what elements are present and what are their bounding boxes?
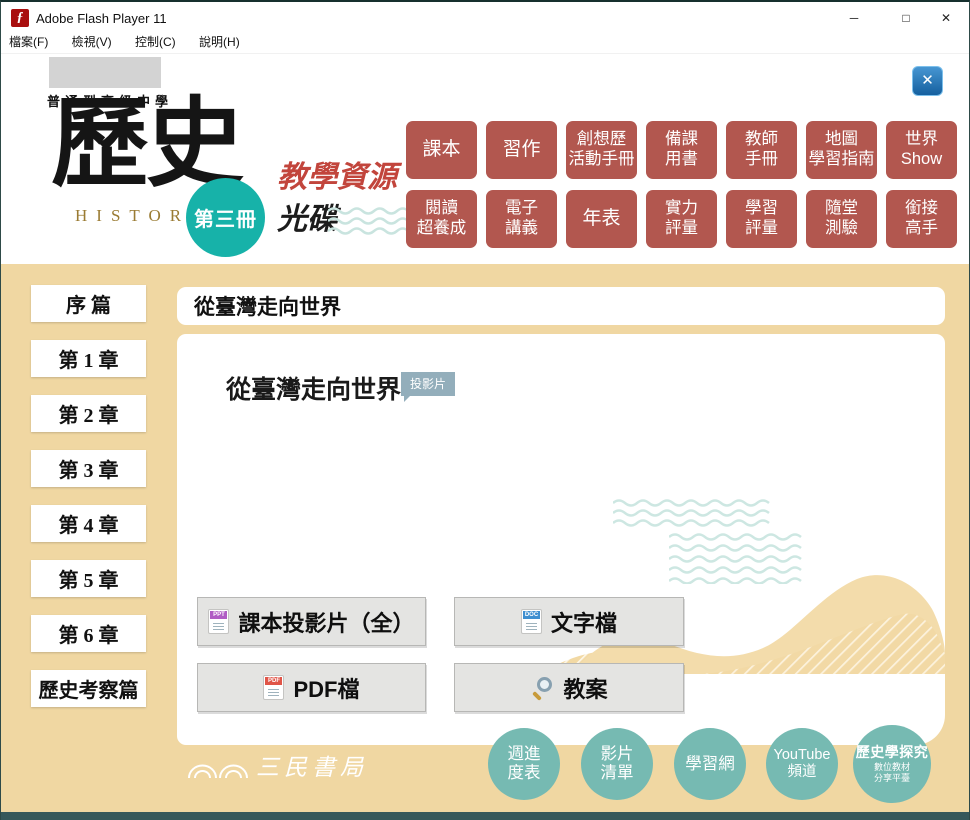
publisher-name: 三民書局 — [256, 756, 368, 779]
sidebar-item-chapter-5[interactable]: 第 5 章 — [31, 560, 146, 597]
sidebar-item-field-study[interactable]: 歷史考察篇 — [31, 670, 146, 707]
menu-bar: 檔案(F) 檢視(V) 控制(C) 說明(H) — [1, 32, 969, 54]
window-title: Adobe Flash Player 11 — [36, 11, 167, 26]
sidebar-item-chapter-3[interactable]: 第 3 章 — [31, 450, 146, 487]
btn-textbook-slides-all[interactable]: PPT 課本投影片（全） — [197, 597, 426, 646]
volume-badge: 第三冊 — [186, 178, 265, 257]
btn-lesson-prep-book[interactable]: 備課 用書 — [646, 121, 717, 179]
sidebar-item-intro[interactable]: 序 篇 — [31, 285, 146, 322]
menu-view[interactable]: 檢視(V) — [72, 32, 112, 53]
slides-tag: 投影片 — [401, 372, 455, 396]
sidebar-item-chapter-1[interactable]: 第 1 章 — [31, 340, 146, 377]
menu-control[interactable]: 控制(C) — [135, 32, 176, 53]
circle-history-inquiry[interactable]: 歷史學探究 數位教材 分享平臺 — [853, 725, 931, 803]
btn-world-show[interactable]: 世界 Show — [886, 121, 957, 179]
circle-youtube-channel[interactable]: YouTube 頻道 — [766, 728, 838, 800]
menu-file[interactable]: 檔案(F) — [9, 32, 48, 53]
app-close-button[interactable]: ✕ — [912, 66, 943, 96]
content-panel: 從臺灣走向世界 投影片 — [177, 334, 945, 745]
magnifier-icon — [530, 676, 554, 700]
product-title-line1: 教學資源 — [277, 152, 397, 196]
button-label: 課本投影片（全） — [238, 606, 414, 638]
circle-main-label: 歷史學探究 — [856, 744, 929, 760]
rainbow-arches-icon — [187, 759, 249, 779]
btn-map-study-guide[interactable]: 地圖 學習指南 — [806, 121, 877, 179]
btn-bridge-master[interactable]: 銜接 高手 — [886, 190, 957, 248]
btn-learning-assessment[interactable]: 學習 評量 — [726, 190, 797, 248]
masthead: 普通型高級中學 歷史 HISTORY 第三冊 教學資源 光碟 ✕ 課本 習作 創… — [1, 54, 969, 264]
btn-teacher-manual[interactable]: 教師 手冊 — [726, 121, 797, 179]
wave-decoration-icon — [613, 498, 773, 532]
circle-learning-web[interactable]: 學習網 — [674, 728, 746, 800]
button-label: 教案 — [563, 672, 607, 704]
resource-buttons-row1: 課本 習作 創想歷 活動手冊 備課 用書 教師 手冊 地圖 學習指南 世界 Sh… — [406, 121, 958, 179]
menu-help[interactable]: 說明(H) — [199, 32, 240, 53]
section-title: 從臺灣走向世界 — [194, 291, 341, 321]
close-window-button[interactable]: ✕ — [923, 4, 969, 32]
content-title: 從臺灣走向世界 — [226, 370, 401, 406]
doc-file-icon: DOC — [521, 609, 542, 634]
btn-quiz[interactable]: 隨堂 測驗 — [806, 190, 877, 248]
btn-workbook[interactable]: 習作 — [486, 121, 557, 179]
title-bar: ƒ Adobe Flash Player 11 ─ □ ✕ — [1, 4, 969, 32]
circle-video-list[interactable]: 影片 清單 — [581, 728, 653, 800]
btn-e-lecture-notes[interactable]: 電子 講義 — [486, 190, 557, 248]
publisher-logo: 三民書局 — [187, 756, 368, 779]
button-label: PDF檔 — [293, 672, 359, 704]
sidebar-item-chapter-6[interactable]: 第 6 章 — [31, 615, 146, 652]
section-title-bar: 從臺灣走向世界 — [177, 287, 945, 325]
btn-textbook[interactable]: 課本 — [406, 121, 477, 179]
sidebar-item-chapter-4[interactable]: 第 4 章 — [31, 505, 146, 542]
publisher-logo-placeholder — [49, 57, 161, 88]
btn-activity-handbook[interactable]: 創想歷 活動手冊 — [566, 121, 637, 179]
circle-sub-label: 數位教材 分享平臺 — [874, 762, 910, 785]
btn-reading-boost[interactable]: 閱讀 超養成 — [406, 190, 477, 248]
flash-player-window: ƒ Adobe Flash Player 11 ─ □ ✕ 檔案(F) 檢視(V… — [0, 0, 970, 820]
btn-proficiency-assessment[interactable]: 實力 評量 — [646, 190, 717, 248]
window-bottom-edge — [1, 812, 969, 820]
history-logo: 歷史 — [51, 94, 241, 192]
btn-timeline[interactable]: 年表 — [566, 190, 637, 248]
flash-player-icon: ƒ — [11, 9, 29, 27]
minimize-button[interactable]: ─ — [831, 4, 877, 32]
ppt-file-icon: PPT — [208, 609, 229, 634]
resource-buttons-row2: 閱讀 超養成 電子 講義 年表 實力 評量 學習 評量 隨堂 測驗 銜接 高手 — [406, 190, 958, 248]
content-zone: 序 篇 第 1 章 第 2 章 第 3 章 第 4 章 第 5 章 第 6 章 … — [1, 264, 969, 812]
btn-lesson-plan[interactable]: 教案 — [454, 663, 684, 712]
btn-pdf-file[interactable]: PDF PDF檔 — [197, 663, 426, 712]
button-label: 文字檔 — [551, 606, 617, 638]
sidebar-item-chapter-2[interactable]: 第 2 章 — [31, 395, 146, 432]
btn-text-file[interactable]: DOC 文字檔 — [454, 597, 684, 646]
circle-weekly-schedule[interactable]: 週進 度表 — [488, 728, 560, 800]
pdf-file-icon: PDF — [263, 675, 284, 700]
